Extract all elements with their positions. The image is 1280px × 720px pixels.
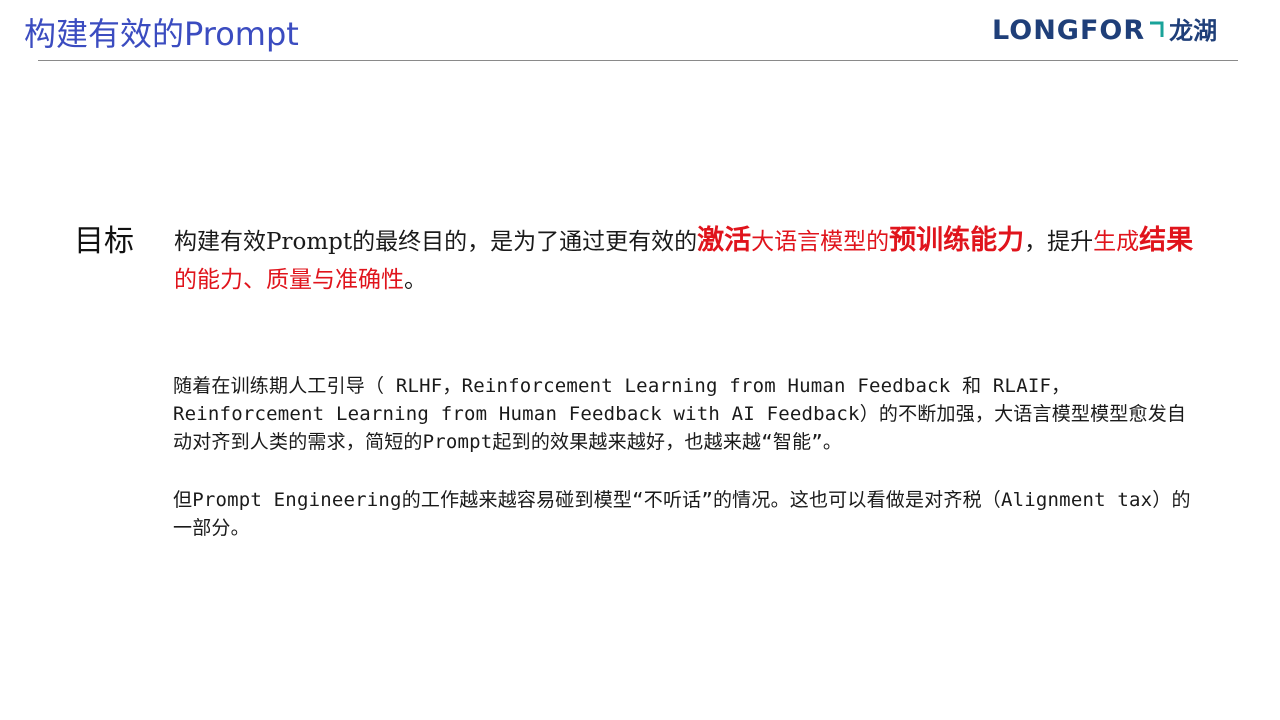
logo-text-en: LONGFOR xyxy=(992,15,1146,46)
goal-segment: ，提升 xyxy=(1024,229,1094,255)
body-paragraph-alignment-tax: 但Prompt Engineering的工作越来越容易碰到模型“不听话”的情况。… xyxy=(173,489,1191,539)
page-title: 构建有效的Prompt xyxy=(24,15,299,53)
goal-segment-highlight: 预训练能力 xyxy=(889,225,1025,256)
goal-segment-emphasis: 生成 xyxy=(1093,229,1140,255)
logo-mark-icon xyxy=(1149,21,1165,39)
logo-text-cn: 龙湖 xyxy=(1169,17,1218,45)
goal-statement: 构建有效Prompt的最终目的，是为了通过更有效的激活大语言模型的预训练能力，提… xyxy=(174,222,1204,299)
goal-label: 目标 xyxy=(74,224,134,259)
goal-segment-highlight: 结果 xyxy=(1139,225,1194,256)
body-paragraph-alignment: 随着在训练期人工引导（ RLHF，Reinforcement Learning … xyxy=(173,375,1187,453)
goal-segment: 。 xyxy=(404,267,427,293)
goal-segment-emphasis: 大语言模型的 xyxy=(751,229,890,255)
goal-segment: 构建有效Prompt的最终目的，是为了通过更有效的 xyxy=(174,229,698,255)
goal-segment-emphasis: 的能力、质量与准确性 xyxy=(174,267,404,293)
goal-segment-highlight: 激活 xyxy=(697,225,752,256)
header-divider xyxy=(38,60,1238,61)
longfor-logo: LONGFOR 龙湖 xyxy=(992,14,1217,48)
